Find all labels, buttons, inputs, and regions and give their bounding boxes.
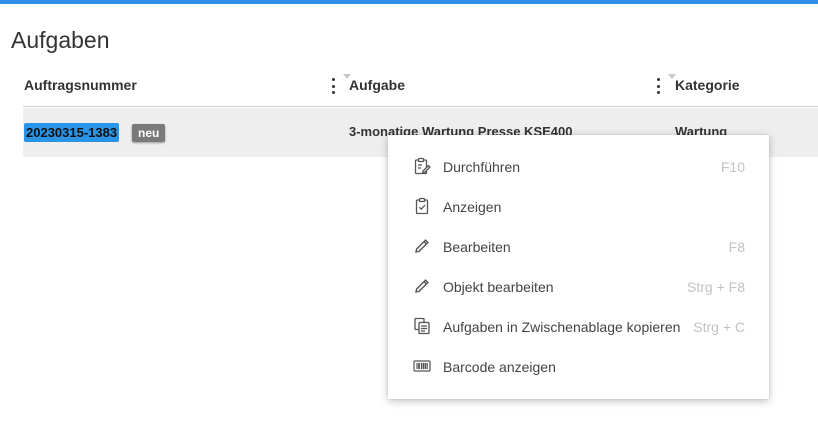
menu-item-label: Bearbeiten xyxy=(443,239,511,255)
menu-item-copy-to-clipboard[interactable]: Aufgaben in Zwischenablage kopieren Strg… xyxy=(388,307,769,347)
top-accent-bar xyxy=(0,0,818,4)
page-title: Aufgaben xyxy=(11,27,110,53)
pencil-icon xyxy=(413,277,431,295)
menu-item-label: Anzeigen xyxy=(443,199,502,215)
column-header-task[interactable]: Aufgabe xyxy=(349,77,405,93)
menu-item-bearbeiten[interactable]: Bearbeiten F8 xyxy=(388,227,769,267)
menu-item-shortcut: F8 xyxy=(728,239,745,255)
order-number[interactable]: 20230315-1383 xyxy=(24,123,120,142)
table-header: Auftragsnummer Aufgabe Kategorie xyxy=(23,68,818,107)
barcode-icon xyxy=(413,357,431,375)
menu-item-label: Aufgaben in Zwischenablage kopieren xyxy=(443,319,681,335)
column-menu-icon[interactable] xyxy=(329,76,337,96)
menu-item-objekt-bearbeiten[interactable]: Objekt bearbeiten Strg + F8 xyxy=(388,267,769,307)
clipboard-check-icon xyxy=(413,197,431,215)
column-header-order-number[interactable]: Auftragsnummer xyxy=(24,77,137,93)
menu-item-label: Barcode anzeigen xyxy=(443,359,556,375)
menu-item-label: Durchführen xyxy=(443,159,521,175)
menu-item-durchfuehren[interactable]: Durchführen F10 xyxy=(388,147,769,187)
menu-item-shortcut: F10 xyxy=(720,159,745,175)
menu-item-shortcut: Strg + F8 xyxy=(687,279,745,295)
column-header-category[interactable]: Kategorie xyxy=(675,77,740,93)
clipboard-edit-icon xyxy=(413,157,431,175)
menu-item-label: Objekt bearbeiten xyxy=(443,279,554,295)
context-menu: Durchführen F10 Anzeigen Bearbeiten F8 O… xyxy=(388,135,769,399)
menu-item-anzeigen[interactable]: Anzeigen xyxy=(388,187,769,227)
menu-item-barcode[interactable]: Barcode anzeigen xyxy=(388,347,769,387)
menu-item-shortcut: Strg + C xyxy=(693,319,745,335)
column-menu-icon[interactable] xyxy=(654,76,662,96)
status-badge: neu xyxy=(132,124,166,142)
copy-icon xyxy=(413,317,431,335)
pencil-icon xyxy=(413,237,431,255)
